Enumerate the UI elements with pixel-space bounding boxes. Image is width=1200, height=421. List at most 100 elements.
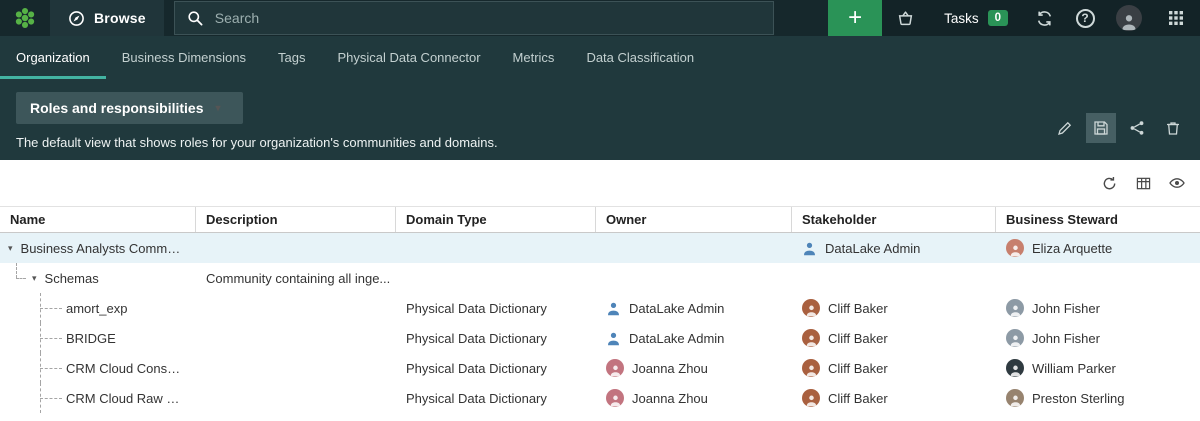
avatar xyxy=(606,389,624,407)
tab-label: Data Classification xyxy=(586,50,694,65)
table-row[interactable]: BRIDGE Physical Data Dictionary DataLake… xyxy=(0,323,1200,353)
view-header: Roles and responsibilities ▾ The default… xyxy=(0,79,1200,160)
row-owner[interactable]: Joanna Zhou xyxy=(632,361,708,376)
row-name[interactable]: CRM Cloud Raw Data xyxy=(66,391,186,406)
search-icon xyxy=(187,10,203,26)
app-switcher-button[interactable] xyxy=(1152,0,1200,36)
row-stakeholder[interactable]: Cliff Baker xyxy=(828,391,888,406)
view-title: Roles and responsibilities xyxy=(30,100,204,116)
tab-label: Physical Data Connector xyxy=(337,50,480,65)
row-description xyxy=(196,293,396,323)
avatar xyxy=(802,299,820,317)
row-domain-type xyxy=(396,263,596,293)
row-name[interactable]: amort_exp xyxy=(66,301,127,316)
avatar xyxy=(1006,389,1024,407)
tab-tags[interactable]: Tags xyxy=(262,36,321,79)
avatar xyxy=(1006,329,1024,347)
user-avatar xyxy=(1116,5,1142,31)
browse-button[interactable]: Browse xyxy=(50,0,164,36)
tab-label: Metrics xyxy=(513,50,555,65)
table-header: Name Description Domain Type Owner Stake… xyxy=(0,206,1200,233)
column-header-domain-type[interactable]: Domain Type xyxy=(396,207,596,232)
create-asset-button[interactable]: + xyxy=(828,0,882,36)
row-domain-type: Physical Data Dictionary xyxy=(396,293,596,323)
tree-line xyxy=(16,278,26,279)
row-domain-type: Physical Data Dictionary xyxy=(396,323,596,353)
column-settings-button[interactable] xyxy=(1130,170,1156,196)
column-header-name[interactable]: Name xyxy=(0,207,196,232)
app-logo[interactable] xyxy=(0,0,50,36)
tab-organization[interactable]: Organization xyxy=(0,36,106,79)
share-view-button[interactable] xyxy=(1122,113,1152,143)
table-row[interactable]: CRM Cloud Raw Data Physical Data Diction… xyxy=(0,383,1200,413)
tasks-button[interactable]: Tasks 0 xyxy=(928,0,1024,36)
table-row[interactable]: ▾ Business Analysts Commun... DataLake A… xyxy=(0,233,1200,263)
row-description: Community containing all inge... xyxy=(196,263,396,293)
row-name[interactable]: BRIDGE xyxy=(66,331,116,346)
row-stakeholder[interactable]: Cliff Baker xyxy=(828,361,888,376)
table-body: ▾ Business Analysts Commun... DataLake A… xyxy=(0,233,1200,413)
eye-icon xyxy=(1169,175,1185,191)
tab-label: Tags xyxy=(278,50,305,65)
tab-data-classification[interactable]: Data Classification xyxy=(570,36,710,79)
delete-view-button[interactable] xyxy=(1158,113,1188,143)
table-row[interactable]: ▾ Schemas Community containing all inge.… xyxy=(0,263,1200,293)
row-business-steward[interactable]: William Parker xyxy=(1032,361,1116,376)
row-name[interactable]: CRM Cloud Consum... xyxy=(66,361,186,376)
tab-label: Organization xyxy=(16,50,90,65)
column-header-description[interactable]: Description xyxy=(196,207,396,232)
basket-button[interactable] xyxy=(882,0,928,36)
row-owner xyxy=(596,233,792,263)
column-header-business-steward[interactable]: Business Steward xyxy=(996,207,1200,232)
trash-icon xyxy=(1165,120,1181,136)
row-business-steward[interactable]: John Fisher xyxy=(1032,301,1100,316)
visibility-button[interactable] xyxy=(1164,170,1190,196)
row-stakeholder[interactable]: Cliff Baker xyxy=(828,331,888,346)
column-header-stakeholder[interactable]: Stakeholder xyxy=(792,207,996,232)
row-name[interactable]: Schemas xyxy=(45,271,99,286)
row-owner[interactable]: Joanna Zhou xyxy=(632,391,708,406)
search-input[interactable] xyxy=(213,9,761,27)
sync-button[interactable] xyxy=(1024,0,1064,36)
save-view-button[interactable] xyxy=(1086,113,1116,143)
tab-physical-data-connector[interactable]: Physical Data Connector xyxy=(321,36,496,79)
collibra-logo-icon xyxy=(12,5,38,31)
help-icon: ? xyxy=(1076,9,1095,28)
row-domain-type: Physical Data Dictionary xyxy=(396,383,596,413)
expand-caret[interactable]: ▾ xyxy=(32,273,37,284)
row-description xyxy=(196,383,396,413)
help-button[interactable]: ? xyxy=(1064,0,1106,36)
chevron-down-icon: ▾ xyxy=(216,103,221,114)
tree-line xyxy=(40,368,62,369)
table-row[interactable]: amort_exp Physical Data Dictionary DataL… xyxy=(0,293,1200,323)
row-owner[interactable]: DataLake Admin xyxy=(629,301,724,316)
user-menu-button[interactable] xyxy=(1106,0,1152,36)
edit-view-button[interactable] xyxy=(1050,113,1080,143)
row-business-steward[interactable]: Eliza Arquette xyxy=(1032,241,1112,256)
compass-icon xyxy=(68,10,85,27)
avatar xyxy=(606,359,624,377)
row-owner[interactable]: DataLake Admin xyxy=(629,331,724,346)
row-owner xyxy=(596,263,792,293)
save-icon xyxy=(1093,120,1109,136)
expand-caret[interactable]: ▾ xyxy=(8,243,13,254)
tab-business-dimensions[interactable]: Business Dimensions xyxy=(106,36,262,79)
row-stakeholder[interactable]: Cliff Baker xyxy=(828,301,888,316)
row-stakeholder[interactable]: DataLake Admin xyxy=(825,241,920,256)
row-description xyxy=(196,353,396,383)
refresh-button[interactable] xyxy=(1096,170,1122,196)
search-bar[interactable] xyxy=(174,1,774,35)
row-business-steward[interactable]: John Fisher xyxy=(1032,331,1100,346)
row-name[interactable]: Business Analysts Commun... xyxy=(21,241,186,256)
row-business-steward xyxy=(996,263,1200,293)
group-user-icon xyxy=(802,241,817,256)
plus-icon: + xyxy=(848,4,862,32)
column-header-owner[interactable]: Owner xyxy=(596,207,792,232)
row-business-steward[interactable]: Preston Sterling xyxy=(1032,391,1125,406)
row-description xyxy=(196,323,396,353)
tab-metrics[interactable]: Metrics xyxy=(497,36,571,79)
row-description xyxy=(196,233,396,263)
table-row[interactable]: CRM Cloud Consum... Physical Data Dictio… xyxy=(0,353,1200,383)
view-selector-button[interactable]: Roles and responsibilities ▾ xyxy=(16,92,243,124)
avatar xyxy=(802,389,820,407)
